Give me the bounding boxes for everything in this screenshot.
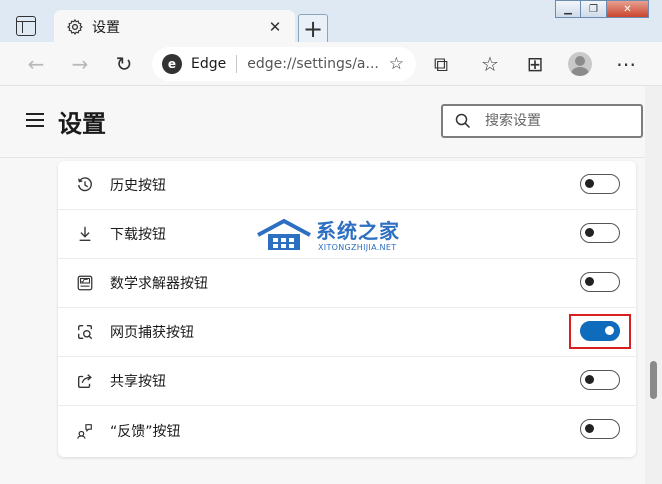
download-toggle[interactable] [580,223,620,243]
window-controls: ▁ ❐ ✕ [555,0,649,18]
setting-row-web-capture: 网页捕获按钮 [58,308,636,357]
extensions-icon[interactable]: ⧉ [429,52,453,76]
search-icon [455,113,471,129]
toolbar-buttons-card: 历史按钮 下载按钮 数学求解器按钮 网页捕获按钮 共享按钮 “反馈”按钮 [58,161,636,457]
watermark-text: 系统之家 [316,219,400,243]
setting-label: “反馈”按钮 [110,423,181,440]
tab-title: 设置 [92,20,120,36]
tab-actions-icon[interactable] [16,16,36,36]
settings-header: 设置 [0,86,645,158]
page-scrollbar[interactable] [645,86,662,484]
watermark-logo-icon [257,218,311,250]
setting-label: 共享按钮 [110,374,166,390]
address-divider [236,55,238,73]
math-solver-icon [75,273,95,293]
highlight-box [569,314,631,349]
setting-row-history: 历史按钮 [58,161,636,210]
setting-label: 网页捕获按钮 [110,325,194,341]
setting-label: 下载按钮 [110,227,166,243]
page-title: 设置 [58,110,106,138]
profile-avatar[interactable] [568,52,592,76]
minimize-button[interactable]: ▁ [555,0,581,18]
download-icon [75,224,95,244]
title-bar: 设置 ✕ + ▁ ❐ ✕ [0,0,662,44]
address-label: Edge [191,56,227,72]
refresh-icon[interactable]: ↻ [112,52,136,76]
forward-arrow-icon[interactable]: → [68,52,92,76]
address-bar[interactable]: e Edge edge://settings/a... ☆ [152,47,416,81]
math-solver-toggle[interactable] [580,272,620,292]
history-toggle[interactable] [580,174,620,194]
more-menu-icon[interactable]: ⋯ [614,52,638,76]
gear-icon [67,19,83,35]
browser-toolbar: ← → ↻ e Edge edge://settings/a... ☆ ⧉ ☆ … [0,42,662,86]
close-button[interactable]: ✕ [607,0,649,18]
edge-logo-icon: e [162,54,182,74]
share-toggle[interactable] [580,370,620,390]
setting-row-math-solver: 数学求解器按钮 [58,259,636,308]
web-capture-icon [75,322,95,342]
new-tab-button[interactable]: + [298,14,328,44]
back-arrow-icon[interactable]: ← [24,52,48,76]
tab-settings[interactable]: 设置 ✕ [54,10,295,44]
share-icon [75,371,95,391]
setting-label: 数学求解器按钮 [110,276,208,292]
add-favorite-icon[interactable]: ☆ [389,54,404,74]
favorites-icon[interactable]: ☆ [478,52,502,76]
url-text[interactable]: edge://settings/a... [247,56,381,72]
settings-page: 设置 历史按钮 下载按钮 数学求解器 [0,86,645,484]
menu-icon[interactable] [26,113,44,127]
setting-label: 历史按钮 [110,178,166,194]
feedback-icon [75,421,95,441]
setting-row-feedback: “反馈”按钮 [58,406,636,455]
tab-close-icon[interactable]: ✕ [265,17,285,37]
search-box[interactable] [441,104,643,138]
watermark-subtext: XITONGZHIJIA.NET [318,243,397,252]
history-icon [75,175,95,195]
setting-row-share: 共享按钮 [58,357,636,406]
collections-icon[interactable]: ⊞ [523,52,547,76]
search-input[interactable] [485,113,625,129]
watermark: 系统之家 XITONGZHIJIA.NET [254,211,434,261]
restore-button[interactable]: ❐ [581,0,607,18]
scrollbar-thumb[interactable] [650,361,657,399]
feedback-toggle[interactable] [580,419,620,439]
